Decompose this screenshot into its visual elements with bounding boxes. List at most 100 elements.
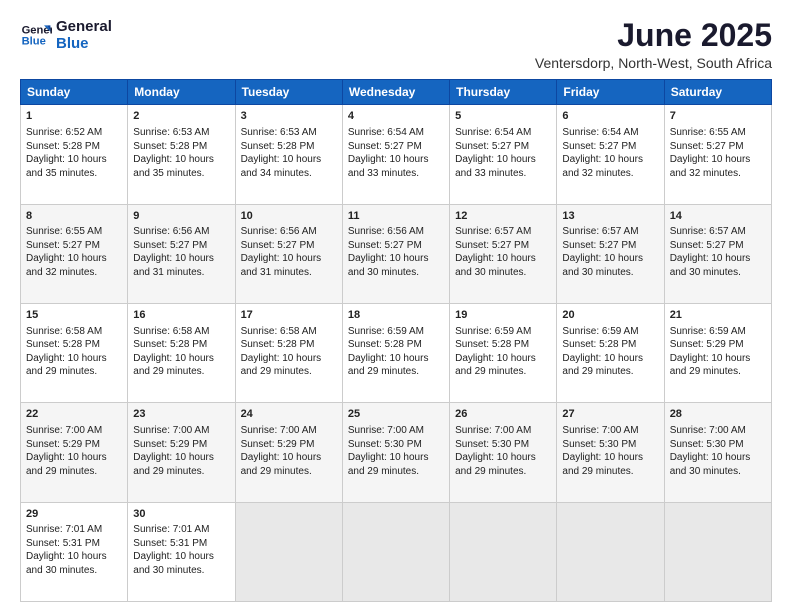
- day-number: 27: [562, 407, 658, 422]
- cell-text: Sunrise: 6:57 AMSunset: 5:27 PMDaylight:…: [670, 225, 766, 279]
- weekday-thursday: Thursday: [450, 80, 557, 105]
- table-row: 4 Sunrise: 6:54 AMSunset: 5:27 PMDaylight…: [342, 105, 449, 204]
- table-row: 28Sunrise: 7:00 AMSunset: 5:30 PMDayligh…: [664, 403, 771, 502]
- weekday-sunday: Sunday: [21, 80, 128, 105]
- table-row: 13Sunrise: 6:57 AMSunset: 5:27 PMDayligh…: [557, 204, 664, 303]
- day-number: 28: [670, 407, 766, 422]
- day-number: 13: [562, 209, 658, 224]
- cell-text: Sunrise: 6:56 AMSunset: 5:27 PMDaylight:…: [133, 225, 229, 279]
- cell-text: Sunrise: 6:52 AMSunset: 5:28 PMDaylight:…: [26, 126, 122, 180]
- cell-text: Sunrise: 7:01 AMSunset: 5:31 PMDaylight:…: [26, 523, 122, 577]
- cell-text: Sunrise: 6:54 AMSunset: 5:27 PMDaylight:…: [348, 126, 444, 180]
- calendar-body: 1 Sunrise: 6:52 AMSunset: 5:28 PMDaylight…: [21, 105, 772, 602]
- logo: General Blue General Blue: [20, 18, 112, 53]
- table-row: 11Sunrise: 6:56 AMSunset: 5:27 PMDayligh…: [342, 204, 449, 303]
- day-number: 16: [133, 308, 229, 323]
- day-number: 30: [133, 507, 229, 522]
- day-number: 5: [455, 109, 551, 124]
- week-row-3: 15 Sunrise: 6:58 AMSunset: 5:28 PMDayligh…: [21, 303, 772, 402]
- cell-text: Sunrise: 6:58 AMSunset: 5:28 PMDaylight:…: [133, 325, 229, 379]
- calendar-table: SundayMondayTuesdayWednesdayThursdayFrid…: [20, 79, 772, 602]
- table-row: [235, 502, 342, 601]
- cell-text: Sunrise: 6:54 AMSunset: 5:27 PMDaylight:…: [455, 126, 551, 180]
- table-row: 18 Sunrise: 6:59 AMSunset: 5:28 PMDayligh…: [342, 303, 449, 402]
- logo-general: General: [56, 18, 112, 35]
- logo-icon: General Blue: [20, 19, 52, 51]
- day-number: 23: [133, 407, 229, 422]
- cell-text: Sunrise: 7:00 AMSunset: 5:30 PMDaylight:…: [562, 424, 658, 478]
- cell-text: Sunrise: 6:55 AMSunset: 5:27 PMDaylight:…: [26, 225, 122, 279]
- cell-text: Sunrise: 7:00 AMSunset: 5:30 PMDaylight:…: [455, 424, 551, 478]
- header: General Blue General Blue June 2025 Vent…: [20, 18, 772, 71]
- table-row: 10Sunrise: 6:56 AMSunset: 5:27 PMDayligh…: [235, 204, 342, 303]
- week-row-1: 1 Sunrise: 6:52 AMSunset: 5:28 PMDaylight…: [21, 105, 772, 204]
- cell-text: Sunrise: 7:01 AMSunset: 5:31 PMDaylight:…: [133, 523, 229, 577]
- cell-text: Sunrise: 7:00 AMSunset: 5:29 PMDaylight:…: [133, 424, 229, 478]
- month-title: June 2025: [535, 18, 772, 53]
- table-row: 1 Sunrise: 6:52 AMSunset: 5:28 PMDaylight…: [21, 105, 128, 204]
- table-row: 5 Sunrise: 6:54 AMSunset: 5:27 PMDaylight…: [450, 105, 557, 204]
- table-row: [450, 502, 557, 601]
- cell-text: Sunrise: 6:58 AMSunset: 5:28 PMDaylight:…: [241, 325, 337, 379]
- cell-text: Sunrise: 6:59 AMSunset: 5:28 PMDaylight:…: [455, 325, 551, 379]
- table-row: 15 Sunrise: 6:58 AMSunset: 5:28 PMDayligh…: [21, 303, 128, 402]
- weekday-saturday: Saturday: [664, 80, 771, 105]
- cell-text: Sunrise: 6:53 AMSunset: 5:28 PMDaylight:…: [133, 126, 229, 180]
- table-row: 29Sunrise: 7:01 AMSunset: 5:31 PMDayligh…: [21, 502, 128, 601]
- weekday-friday: Friday: [557, 80, 664, 105]
- cell-text: Sunrise: 7:00 AMSunset: 5:29 PMDaylight:…: [241, 424, 337, 478]
- day-number: 6: [562, 109, 658, 124]
- table-row: 27 Sunrise: 7:00 AMSunset: 5:30 PMDayligh…: [557, 403, 664, 502]
- weekday-header-row: SundayMondayTuesdayWednesdayThursdayFrid…: [21, 80, 772, 105]
- day-number: 22: [26, 407, 122, 422]
- cell-text: Sunrise: 6:56 AMSunset: 5:27 PMDaylight:…: [241, 225, 337, 279]
- title-block: June 2025 Ventersdorp, North-West, South…: [535, 18, 772, 71]
- day-number: 20: [562, 308, 658, 323]
- day-number: 2: [133, 109, 229, 124]
- cell-text: Sunrise: 6:55 AMSunset: 5:27 PMDaylight:…: [670, 126, 766, 180]
- day-number: 10: [241, 209, 337, 224]
- table-row: 30Sunrise: 7:01 AMSunset: 5:31 PMDayligh…: [128, 502, 235, 601]
- day-number: 1: [26, 109, 122, 124]
- table-row: 2 Sunrise: 6:53 AMSunset: 5:28 PMDaylight…: [128, 105, 235, 204]
- cell-text: Sunrise: 6:59 AMSunset: 5:28 PMDaylight:…: [348, 325, 444, 379]
- table-row: 25Sunrise: 7:00 AMSunset: 5:30 PMDayligh…: [342, 403, 449, 502]
- cell-text: Sunrise: 7:00 AMSunset: 5:29 PMDaylight:…: [26, 424, 122, 478]
- logo-blue: Blue: [56, 35, 112, 52]
- calendar-header: SundayMondayTuesdayWednesdayThursdayFrid…: [21, 80, 772, 105]
- day-number: 21: [670, 308, 766, 323]
- cell-text: Sunrise: 6:59 AMSunset: 5:29 PMDaylight:…: [670, 325, 766, 379]
- cell-text: Sunrise: 6:59 AMSunset: 5:28 PMDaylight:…: [562, 325, 658, 379]
- table-row: [664, 502, 771, 601]
- week-row-2: 8Sunrise: 6:55 AMSunset: 5:27 PMDaylight…: [21, 204, 772, 303]
- week-row-4: 22 Sunrise: 7:00 AMSunset: 5:29 PMDayligh…: [21, 403, 772, 502]
- day-number: 7: [670, 109, 766, 124]
- table-row: 20 Sunrise: 6:59 AMSunset: 5:28 PMDayligh…: [557, 303, 664, 402]
- cell-text: Sunrise: 6:56 AMSunset: 5:27 PMDaylight:…: [348, 225, 444, 279]
- table-row: 19 Sunrise: 6:59 AMSunset: 5:28 PMDayligh…: [450, 303, 557, 402]
- table-row: 24 Sunrise: 7:00 AMSunset: 5:29 PMDayligh…: [235, 403, 342, 502]
- day-number: 24: [241, 407, 337, 422]
- day-number: 18: [348, 308, 444, 323]
- day-number: 26: [455, 407, 551, 422]
- day-number: 14: [670, 209, 766, 224]
- table-row: 6Sunrise: 6:54 AMSunset: 5:27 PMDaylight…: [557, 105, 664, 204]
- table-row: 16 Sunrise: 6:58 AMSunset: 5:28 PMDayligh…: [128, 303, 235, 402]
- weekday-monday: Monday: [128, 80, 235, 105]
- day-number: 17: [241, 308, 337, 323]
- table-row: 22 Sunrise: 7:00 AMSunset: 5:29 PMDayligh…: [21, 403, 128, 502]
- cell-text: Sunrise: 6:57 AMSunset: 5:27 PMDaylight:…: [562, 225, 658, 279]
- table-row: 8Sunrise: 6:55 AMSunset: 5:27 PMDaylight…: [21, 204, 128, 303]
- table-row: 3Sunrise: 6:53 AMSunset: 5:28 PMDaylight…: [235, 105, 342, 204]
- calendar-page: General Blue General Blue June 2025 Vent…: [0, 0, 792, 612]
- table-row: [342, 502, 449, 601]
- day-number: 4: [348, 109, 444, 124]
- day-number: 19: [455, 308, 551, 323]
- weekday-wednesday: Wednesday: [342, 80, 449, 105]
- cell-text: Sunrise: 7:00 AMSunset: 5:30 PMDaylight:…: [348, 424, 444, 478]
- table-row: 12Sunrise: 6:57 AMSunset: 5:27 PMDayligh…: [450, 204, 557, 303]
- cell-text: Sunrise: 6:53 AMSunset: 5:28 PMDaylight:…: [241, 126, 337, 180]
- cell-text: Sunrise: 6:58 AMSunset: 5:28 PMDaylight:…: [26, 325, 122, 379]
- week-row-5: 29Sunrise: 7:01 AMSunset: 5:31 PMDayligh…: [21, 502, 772, 601]
- day-number: 15: [26, 308, 122, 323]
